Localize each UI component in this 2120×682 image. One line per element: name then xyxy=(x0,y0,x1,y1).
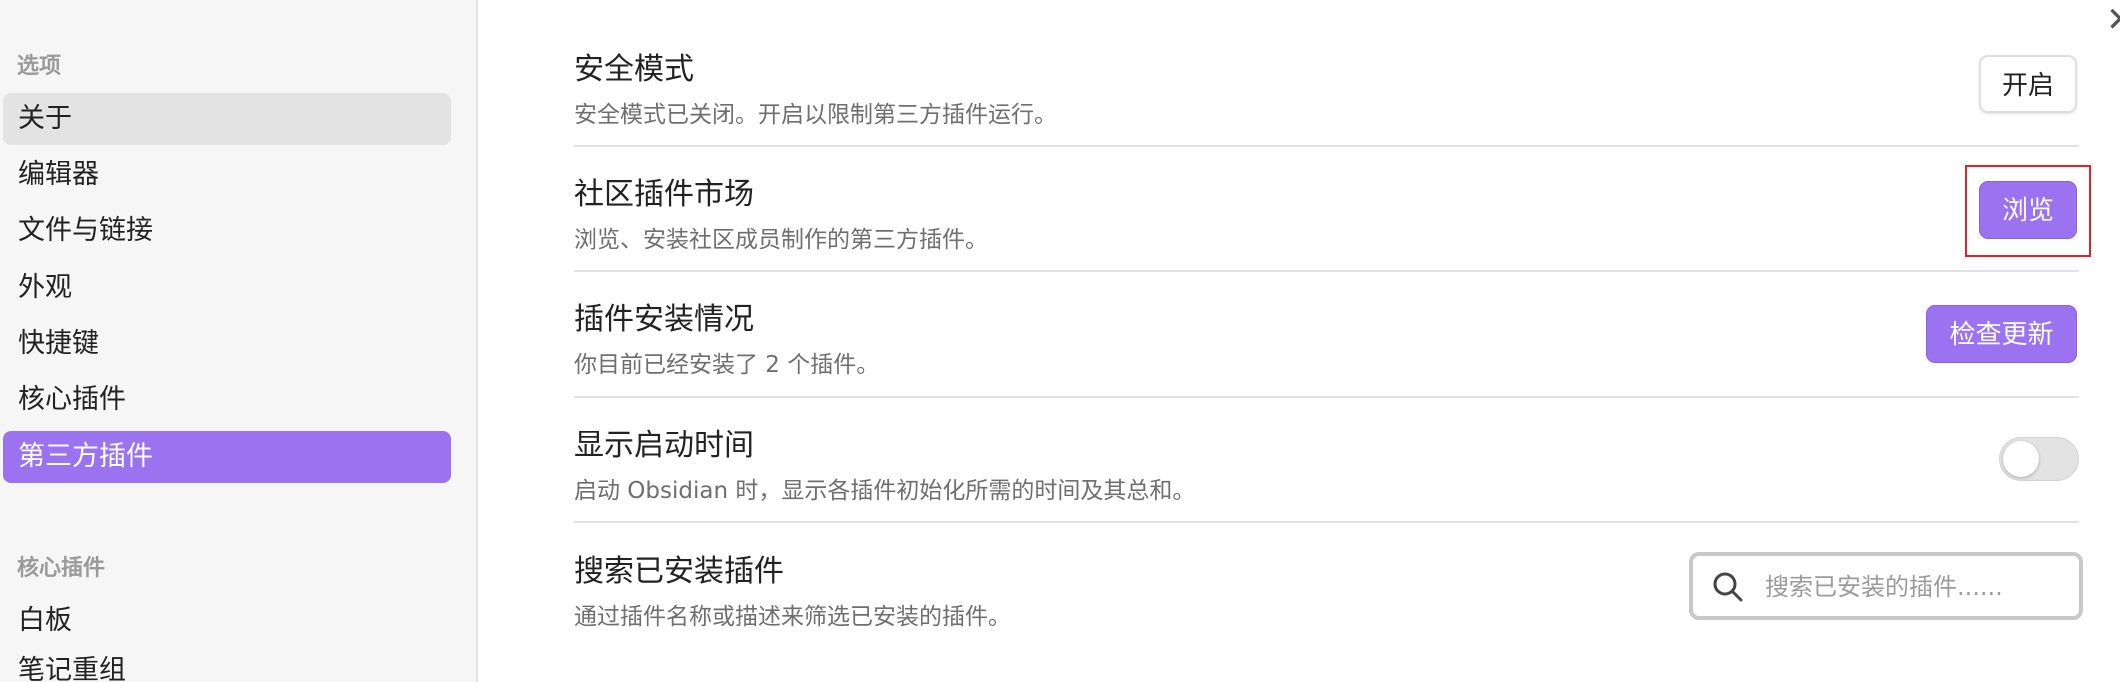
divider xyxy=(574,145,2079,147)
sidebar-item-note-composer[interactable]: 笔记重组 xyxy=(3,645,451,682)
search-icon xyxy=(1713,572,1743,602)
setting-description: 安全模式已关闭。开启以限制第三方插件运行。 xyxy=(574,102,1057,128)
close-icon[interactable]: ✕ xyxy=(2106,2,2120,42)
divider xyxy=(574,396,2079,398)
setting-description: 启动 Obsidian 时，显示各插件初始化所需的时间及其总和。 xyxy=(574,478,1196,504)
sidebar-section-core-plugins: 核心插件 xyxy=(17,556,106,581)
sidebar-section-options: 选项 xyxy=(17,54,62,79)
safe-mode-enable-button[interactable]: 开启 xyxy=(1979,55,2077,113)
browse-button[interactable]: 浏览 xyxy=(1979,181,2077,239)
settings-content: 安全模式 安全模式已关闭。开启以限制第三方插件运行。 开启 社区插件市场 浏览、… xyxy=(574,0,2091,682)
setting-title: 插件安装情况 xyxy=(574,302,754,337)
setting-description: 浏览、安装社区成员制作的第三方插件。 xyxy=(574,227,988,253)
divider xyxy=(574,521,2079,523)
settings-sidebar: 选项 关于 编辑器 文件与链接 外观 快捷键 核心插件 第三方插件 核心插件 白… xyxy=(0,0,478,682)
plugin-search-input[interactable] xyxy=(1763,564,2067,610)
sidebar-item-editor[interactable]: 编辑器 xyxy=(3,149,451,201)
divider xyxy=(574,270,2079,272)
toggle-knob xyxy=(2003,441,2039,477)
setting-title: 搜索已安装插件 xyxy=(574,554,784,589)
sidebar-item-files-links[interactable]: 文件与链接 xyxy=(3,205,451,257)
sidebar-item-appearance[interactable]: 外观 xyxy=(3,262,451,314)
setting-description: 通过插件名称或描述来筛选已安装的插件。 xyxy=(574,604,1011,630)
sidebar-item-canvas[interactable]: 白板 xyxy=(3,595,451,647)
check-updates-button[interactable]: 检查更新 xyxy=(1926,305,2077,363)
startup-time-toggle[interactable] xyxy=(1999,437,2079,481)
setting-description: 你目前已经安装了 2 个插件。 xyxy=(574,352,880,378)
sidebar-item-core-plugins[interactable]: 核心插件 xyxy=(3,374,451,426)
sidebar-item-about[interactable]: 关于 xyxy=(3,93,451,145)
plugin-search-box[interactable] xyxy=(1689,552,2083,620)
setting-title: 社区插件市场 xyxy=(574,177,754,212)
setting-title: 显示启动时间 xyxy=(574,428,754,463)
sidebar-item-community-plugins[interactable]: 第三方插件 xyxy=(3,431,451,483)
sidebar-item-hotkeys[interactable]: 快捷键 xyxy=(3,318,451,370)
setting-title: 安全模式 xyxy=(574,52,694,87)
